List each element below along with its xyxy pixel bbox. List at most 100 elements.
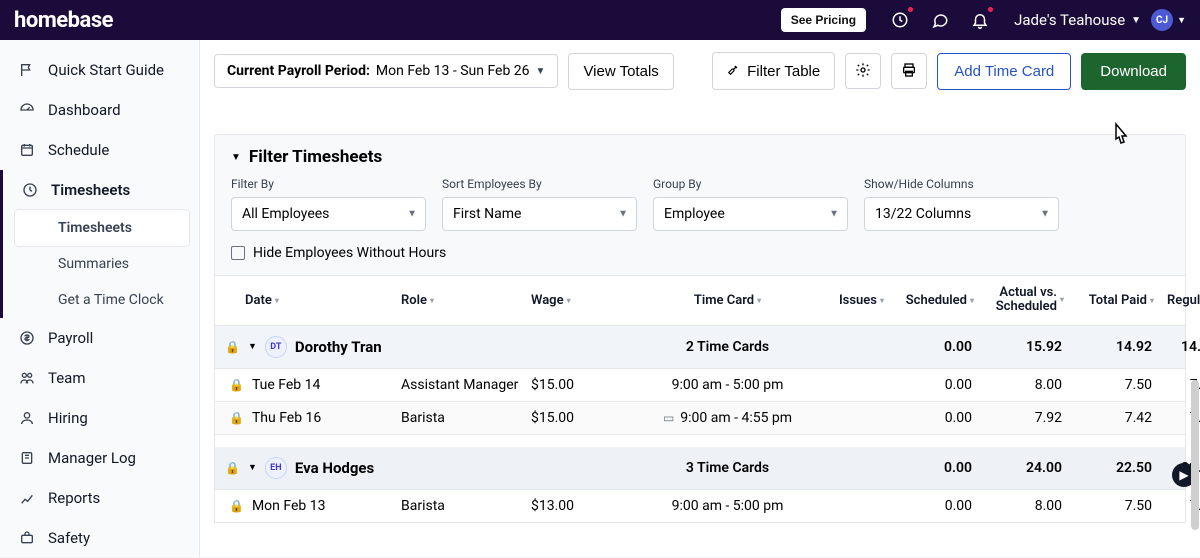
timesheets-table: Date▾ Role▾ Wage▾ Time Card▾ Issues▾ Sch… [214,276,1186,523]
lock-icon: 🔒 [229,378,244,392]
sort-by-label: Sort Employees By [442,177,637,191]
group-timecards: 2 Time Cards [620,339,835,355]
add-time-card-button[interactable]: Add Time Card [937,53,1071,90]
chevron-down-icon: ▼ [1177,15,1186,26]
bell-icon[interactable] [969,9,991,31]
table-row[interactable]: 🔒Thu Feb 16 Barista $15.00 ▭9:00 am - 4:… [215,402,1185,435]
printer-icon [901,62,917,81]
avatar[interactable]: CJ [1151,9,1173,31]
briefcase-icon [18,529,36,547]
col-issues[interactable]: Issues▾ [835,276,890,325]
clock-icon[interactable] [889,9,911,31]
group-row[interactable]: 🔒 ▼ DT Dorothy Tran 2 Time Cards 0.00 15… [215,326,1185,369]
print-button[interactable] [891,53,927,89]
chevron-down-icon: ▼ [1040,209,1050,220]
chevron-down-icon: ▼ [231,152,241,163]
settings-button[interactable] [845,53,881,89]
nav-sub-timesheets[interactable]: Timesheets [15,210,189,246]
table-header: Date▾ Role▾ Wage▾ Time Card▾ Issues▾ Sch… [215,276,1185,326]
download-button[interactable]: Download [1081,53,1186,90]
chart-icon [18,489,36,507]
chevron-down-icon: ▼ [536,66,546,77]
group-actualvs: 24.00 [980,460,1070,476]
filter-table-button[interactable]: Filter Table [712,52,835,90]
col-timecard[interactable]: Time Card▾ [620,276,835,325]
chevron-down-icon: ▼ [1131,15,1141,26]
nav-reports[interactable]: Reports [0,478,199,518]
sort-by-select[interactable]: First Name ▼ [442,197,637,231]
group-totalpaid: 14.92 [1070,339,1160,355]
nav-schedule[interactable]: Schedule [0,130,199,170]
col-wage[interactable]: Wage▾ [525,276,620,325]
table-row[interactable]: 🔒Mon Feb 13 Barista $13.00 9:00 am - 5:0… [215,490,1185,523]
nav-team[interactable]: Team [0,358,199,398]
wrench-icon [727,62,741,80]
group-actualvs: 15.92 [980,339,1070,355]
group-scheduled: 0.00 [890,339,980,355]
sidebar: Quick Start Guide Dashboard Schedule Tim… [0,40,200,557]
col-scheduled[interactable]: Scheduled▾ [890,276,980,325]
logo: homebase [14,8,113,33]
nav-manager-log[interactable]: Manager Log [0,438,199,478]
account-menu[interactable]: Jade's Teahouse ▼ [1014,11,1141,29]
nav-safety[interactable]: Safety [0,518,199,558]
checkbox-icon [231,246,245,260]
employee-badge: DT [265,336,287,358]
scrollbar-thumb[interactable] [1191,380,1199,530]
see-pricing-button[interactable]: See Pricing [781,8,866,32]
group-row[interactable]: 🔒 ▼ EH Eva Hodges 3 Time Cards 0.00 24.0… [215,447,1185,490]
payroll-period-select[interactable]: Current Payroll Period: Mon Feb 13 - Sun… [214,54,558,88]
chat-icon[interactable] [929,9,951,31]
book-icon [18,449,36,467]
table-row[interactable]: 🔒Tue Feb 14 Assistant Manager $15.00 9:0… [215,369,1185,402]
filter-by-select[interactable]: All Employees ▼ [231,197,426,231]
group-by-label: Group By [653,177,848,191]
group-scheduled: 0.00 [890,460,980,476]
nav-quick-start[interactable]: Quick Start Guide [0,50,199,90]
chevron-down-icon: ▼ [829,209,839,220]
group-totalpaid: 22.50 [1070,460,1160,476]
flag-icon [18,61,36,79]
gauge-icon [18,101,36,119]
filter-title[interactable]: ▼ Filter Timesheets [231,147,1169,167]
nav-sub-summaries[interactable]: Summaries [3,246,199,282]
nav-sub-get-clock[interactable]: Get a Time Clock [3,282,199,318]
filter-panel: ▼ Filter Timesheets Filter By All Employ… [214,134,1186,276]
nav-hiring[interactable]: Hiring [0,398,199,438]
columns-select[interactable]: 13/22 Columns ▼ [864,197,1059,231]
nav-group-timesheets: Timesheets Timesheets Summaries Get a Ti… [0,170,199,318]
toolbar: Current Payroll Period: Mon Feb 13 - Sun… [200,40,1200,98]
col-role[interactable]: Role▾ [395,276,525,325]
group-by-select[interactable]: Employee ▼ [653,197,848,231]
lock-icon: 🔒 [225,461,240,475]
employee-name: Dorothy Tran [295,338,382,356]
group-timecards: 3 Time Cards [620,460,835,476]
person-icon [18,409,36,427]
nav-dashboard[interactable]: Dashboard [0,90,199,130]
employee-badge: EH [265,457,287,479]
calendar-icon [18,141,36,159]
employee-name: Eva Hodges [295,459,374,477]
lock-icon: 🔒 [225,340,240,354]
gear-icon [855,62,871,81]
main: Current Payroll Period: Mon Feb 13 - Sun… [200,40,1200,557]
vertical-scrollbar[interactable] [1190,40,1200,557]
chevron-down-icon: ▼ [248,462,257,473]
account-name: Jade's Teahouse [1014,11,1125,29]
nav-timesheets[interactable]: Timesheets [3,170,199,210]
chevron-down-icon: ▼ [618,209,628,220]
dollar-icon [18,329,36,347]
lock-icon: 🔒 [229,411,244,425]
col-date[interactable]: Date▾ [215,276,395,325]
chevron-down-icon: ▼ [248,341,257,352]
hide-employees-checkbox[interactable]: Hide Employees Without Hours [231,245,1169,261]
team-icon [18,369,36,387]
clock-icon [21,181,39,199]
view-totals-button[interactable]: View Totals [568,53,673,90]
col-totalpaid[interactable]: Total Paid▾ [1070,276,1160,325]
nav-payroll[interactable]: Payroll [0,318,199,358]
topbar: homebase See Pricing Jade's Teahouse ▼ C… [0,0,1200,40]
note-icon: ▭ [663,411,674,425]
col-actualvs[interactable]: Actual vs. Scheduled▾ [980,276,1070,325]
lock-icon: 🔒 [229,499,244,513]
